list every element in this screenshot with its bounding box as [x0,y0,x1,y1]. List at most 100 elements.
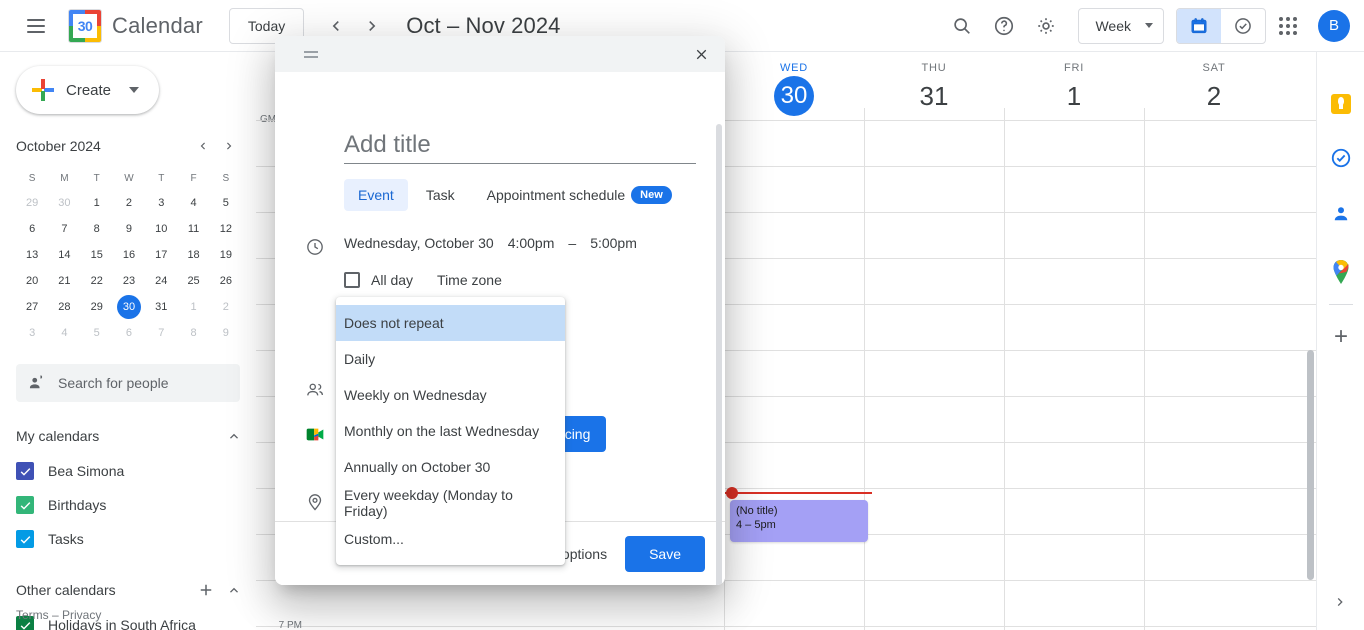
all-day-checkbox[interactable] [344,272,360,288]
mini-calendar-day[interactable]: 20 [16,268,48,294]
tasks-view-toggle[interactable] [1221,9,1265,43]
contacts-icon[interactable] [1317,192,1364,240]
help-icon[interactable] [984,6,1024,46]
mini-calendar-day[interactable]: 25 [177,268,209,294]
gear-icon[interactable] [1026,6,1066,46]
mini-calendar-day[interactable]: 2 [210,294,242,320]
mini-calendar-day[interactable]: 21 [48,268,80,294]
search-icon[interactable] [942,6,982,46]
grid-scrollbar[interactable] [1307,350,1314,580]
mini-calendar-day[interactable]: 2 [113,190,145,216]
mini-calendar-day[interactable]: 9 [113,216,145,242]
calendar-checkbox[interactable] [16,462,34,480]
drag-handle-icon[interactable] [299,42,323,66]
mini-calendar-day[interactable]: 19 [210,242,242,268]
my-calendars-header[interactable]: My calendars [16,418,248,454]
create-button[interactable]: Create [16,66,160,114]
mini-calendar-day[interactable]: 27 [16,294,48,320]
day-header[interactable]: THU 31 [864,62,1004,116]
mini-calendar-day[interactable]: 6 [16,216,48,242]
mini-calendar-next-icon[interactable] [216,133,242,159]
mini-calendar-day[interactable]: 24 [145,268,177,294]
mini-calendar-day[interactable]: 16 [113,242,145,268]
calendar-list-item[interactable]: Bea Simona [16,454,248,488]
mini-calendar-day[interactable]: 3 [16,320,48,346]
guests-row[interactable] [303,378,327,402]
hamburger-icon[interactable] [16,6,56,46]
mini-calendar-day[interactable]: 1 [81,190,113,216]
mini-calendar-day[interactable]: 4 [177,190,209,216]
time-zone-button[interactable]: Time zone [437,272,502,288]
repeat-option[interactable]: Annually on October 30 [336,449,565,485]
tab-event[interactable]: Event [344,179,408,211]
avatar[interactable]: B [1318,9,1350,42]
mini-calendar-day[interactable]: 22 [81,268,113,294]
apps-grid-icon[interactable] [1268,6,1308,46]
mini-calendar-day[interactable]: 14 [48,242,80,268]
mini-calendar-day[interactable]: 15 [81,242,113,268]
mini-calendar-day[interactable]: 6 [113,320,145,346]
mini-calendar-day[interactable]: 3 [145,190,177,216]
mini-calendar-day[interactable]: 29 [16,190,48,216]
repeat-option[interactable]: Monthly on the last Wednesday [336,413,565,449]
dialog-scrollbar[interactable] [716,124,722,585]
footer-links[interactable]: Terms – Privacy [16,608,101,622]
calendar-checkbox[interactable] [16,530,34,548]
location-row[interactable] [303,490,327,514]
view-selector[interactable]: Week [1078,7,1164,44]
mini-calendar-day[interactable]: 31 [145,294,177,320]
add-other-calendar-icon[interactable] [192,576,220,604]
calendar-view-toggle[interactable] [1177,8,1221,43]
mini-calendar-day[interactable]: 28 [48,294,80,320]
calendar-checkbox[interactable] [16,496,34,514]
mini-calendar-day[interactable]: 5 [81,320,113,346]
mini-calendar-day[interactable]: 8 [81,216,113,242]
mini-calendar-day[interactable]: 1 [177,294,209,320]
day-header[interactable]: FRI 1 [1004,62,1144,116]
mini-calendar-day[interactable]: 26 [210,268,242,294]
mini-calendar-day[interactable]: 7 [145,320,177,346]
mini-calendar-day[interactable]: 23 [113,268,145,294]
mini-calendar-day[interactable]: 18 [177,242,209,268]
mini-calendar-day[interactable]: 12 [210,216,242,242]
my-calendars-collapse-icon[interactable] [220,422,248,450]
tab-appointment-schedule[interactable]: Appointment schedule New [473,178,686,212]
calendar-logo[interactable]: 30 Calendar [68,8,203,43]
event-end-time[interactable]: 5:00pm [590,235,637,251]
calendar-list-item[interactable]: Birthdays [16,488,248,522]
mini-calendar-day-today[interactable]: 30 [116,295,141,319]
calendar-list-item[interactable]: Tasks [16,522,248,556]
mini-calendar-day[interactable]: 10 [145,216,177,242]
event-start-time[interactable]: 4:00pm [508,235,555,251]
mini-calendar-day[interactable]: 5 [210,190,242,216]
event-title-input[interactable]: Add title [344,124,696,164]
mini-calendar-day[interactable]: 13 [16,242,48,268]
mini-calendar-day[interactable]: 17 [145,242,177,268]
keep-icon[interactable] [1317,80,1364,128]
mini-calendar-day[interactable]: 8 [177,320,209,346]
mini-calendar-day[interactable]: 4 [48,320,80,346]
add-panel-plus-icon[interactable]: + [1317,313,1364,361]
other-calendars-header[interactable]: Other calendars [16,572,248,608]
search-people-input[interactable]: Search for people [16,364,240,402]
mini-calendar-day[interactable]: 11 [177,216,209,242]
save-button[interactable]: Save [625,535,705,572]
event-date[interactable]: Wednesday, October 30 [344,235,494,251]
mini-calendar-prev-icon[interactable] [190,133,216,159]
close-icon[interactable] [685,38,717,70]
repeat-option[interactable]: Daily [336,341,565,377]
mini-calendar-day[interactable]: 30 [48,190,80,216]
calendar-event[interactable]: (No title) 4 – 5pm [730,500,868,542]
mini-calendar-day[interactable]: 29 [81,294,113,320]
tasks-icon[interactable] [1317,136,1364,184]
repeat-option[interactable]: Custom... [336,521,565,557]
day-header[interactable]: SAT 2 [1144,62,1284,116]
tab-task[interactable]: Task [412,179,469,211]
day-header[interactable]: WED 30 [724,62,864,116]
other-calendars-collapse-icon[interactable] [220,576,248,604]
repeat-option[interactable]: Weekly on Wednesday [336,377,565,413]
maps-pin-icon[interactable] [1317,248,1364,296]
expand-panel-icon[interactable] [1318,580,1362,624]
repeat-option[interactable]: Does not repeat [336,305,565,341]
mini-calendar-day[interactable]: 7 [48,216,80,242]
